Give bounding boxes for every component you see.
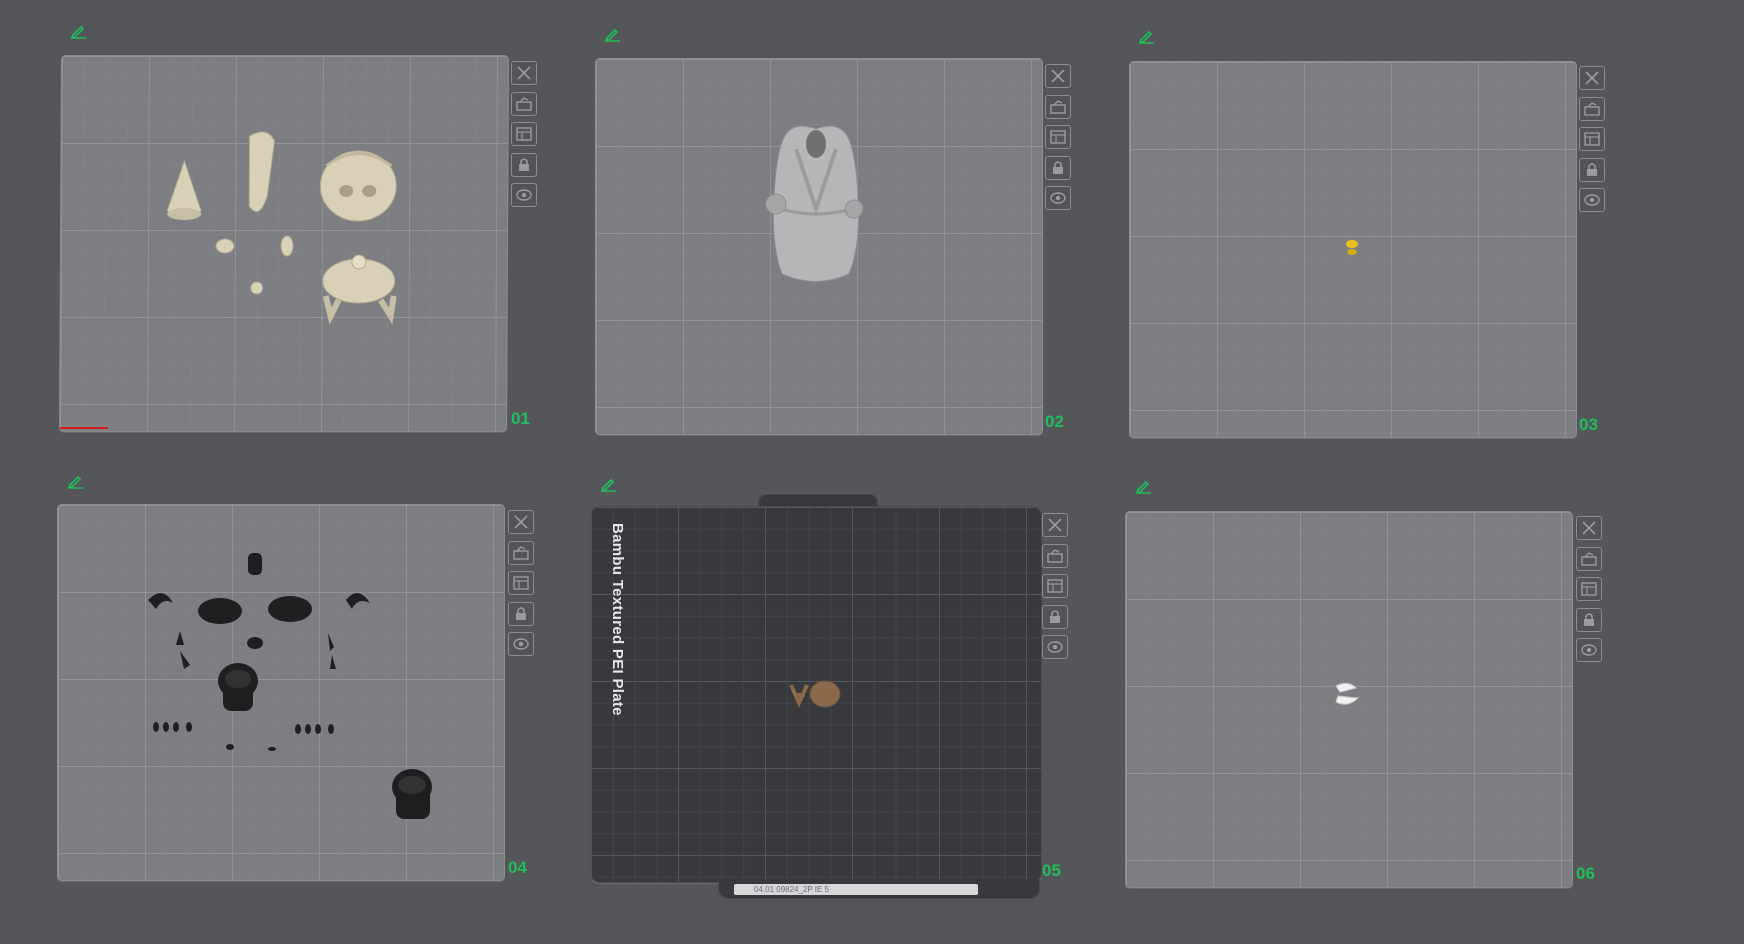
model-yellow-part[interactable] — [1130, 62, 1576, 437]
build-plate-01[interactable] — [59, 55, 509, 432]
plate-toolbar-01 — [511, 61, 541, 214]
edit-plate-name-icon[interactable] — [70, 23, 88, 39]
auto-orient-icon[interactable] — [511, 91, 537, 116]
model-white-part[interactable] — [1126, 512, 1572, 887]
plate-number-03: 03 — [1579, 415, 1598, 434]
lock-icon[interactable] — [1576, 607, 1602, 632]
settings-eye-icon[interactable] — [1579, 188, 1605, 212]
build-plate-02[interactable] — [595, 58, 1043, 435]
close-icon[interactable] — [511, 61, 537, 85]
arrange-icon[interactable] — [511, 122, 537, 146]
plate-toolbar-02 — [1045, 64, 1075, 217]
build-plate-04[interactable] — [57, 504, 505, 881]
plate-toolbar-04 — [508, 510, 538, 663]
settings-eye-icon[interactable] — [1576, 638, 1602, 662]
plate-number-05: 05 — [1042, 861, 1061, 880]
plate-number-02: 02 — [1045, 412, 1064, 431]
edit-plate-name-icon[interactable] — [600, 476, 618, 492]
auto-orient-icon[interactable] — [1576, 546, 1602, 571]
auto-orient-icon[interactable] — [1042, 543, 1068, 568]
model-parts-black[interactable] — [58, 505, 504, 880]
arrange-icon[interactable] — [1579, 127, 1605, 151]
arrange-icon[interactable] — [508, 571, 534, 595]
plate-toolbar-03 — [1579, 66, 1609, 219]
edit-plate-name-icon[interactable] — [67, 473, 85, 489]
close-icon[interactable] — [1045, 64, 1071, 88]
auto-orient-icon[interactable] — [1045, 94, 1071, 119]
settings-eye-icon[interactable] — [508, 632, 534, 656]
model-brown-parts[interactable] — [591, 507, 1041, 882]
close-icon[interactable] — [1042, 513, 1068, 537]
close-icon[interactable] — [1579, 66, 1605, 90]
settings-eye-icon[interactable] — [1045, 186, 1071, 210]
model-parts-beige[interactable] — [60, 56, 508, 431]
settings-eye-icon[interactable] — [1042, 635, 1068, 659]
plate-toolbar-05 — [1042, 513, 1072, 666]
close-icon[interactable] — [508, 510, 534, 534]
close-icon[interactable] — [1576, 516, 1602, 540]
build-plate-06[interactable] — [1125, 511, 1573, 888]
plate-number-06: 06 — [1576, 864, 1595, 883]
build-plate-03[interactable] — [1129, 61, 1577, 438]
edit-plate-name-icon[interactable] — [1138, 28, 1156, 44]
model-robe-figure[interactable] — [596, 59, 1042, 434]
auto-orient-icon[interactable] — [508, 540, 534, 565]
lock-icon[interactable] — [508, 601, 534, 626]
auto-orient-icon[interactable] — [1579, 96, 1605, 121]
lock-icon[interactable] — [1042, 604, 1068, 629]
build-plate-05[interactable]: Bambu Textured PEI Plate — [590, 506, 1042, 883]
edit-plate-name-icon[interactable] — [604, 26, 622, 42]
plate-number-01: 01 — [511, 409, 530, 428]
lock-icon[interactable] — [1045, 155, 1071, 180]
plate-toolbar-06 — [1576, 516, 1606, 669]
plate-number-04: 04 — [508, 858, 527, 877]
settings-eye-icon[interactable] — [511, 183, 537, 207]
arrange-icon[interactable] — [1045, 125, 1071, 149]
lock-icon[interactable] — [511, 152, 537, 177]
lock-icon[interactable] — [1579, 157, 1605, 182]
plate-label-strip-05: 04.01 09824_2P IE 5 — [734, 884, 978, 895]
arrange-icon[interactable] — [1042, 574, 1068, 598]
edit-plate-name-icon[interactable] — [1135, 478, 1153, 494]
arrange-icon[interactable] — [1576, 577, 1602, 601]
